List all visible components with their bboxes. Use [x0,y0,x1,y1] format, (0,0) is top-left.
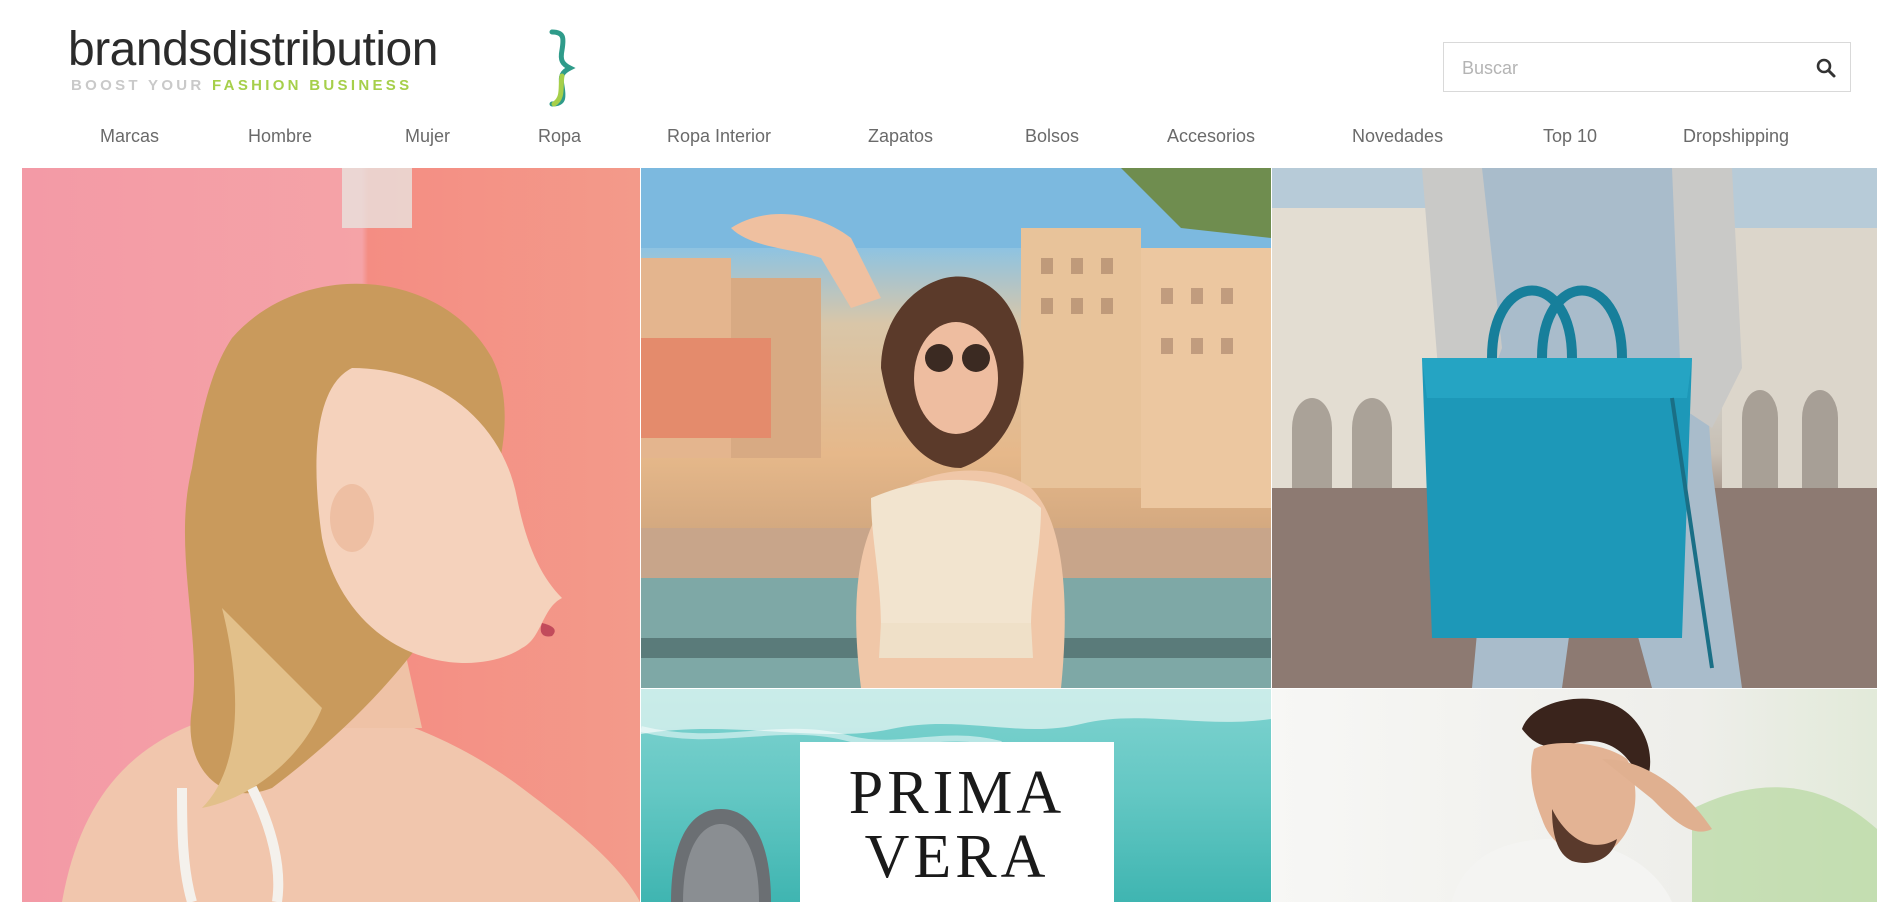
nav-item-ropa-interior[interactable]: Ropa Interior [667,126,771,147]
woman-photo-illustration [62,168,640,902]
logo-wordmark: brandsdistribution [68,23,438,76]
search-input[interactable] [1462,55,1782,81]
brand-logo[interactable]: brandsdistribution BOOST YOUR FASHION BU… [68,22,576,107]
nav-item-top-10[interactable]: Top 10 [1543,126,1597,147]
promo-title-line1: PRIMA [848,759,1066,827]
main-nav: Marcas Hombre Mujer Ropa Ropa Interior Z… [0,118,1877,158]
banner-woman-pink[interactable] [22,168,640,902]
nav-item-novedades[interactable]: Novedades [1352,126,1443,147]
nav-item-dropshipping[interactable]: Dropshipping [1683,126,1789,147]
nav-item-ropa[interactable]: Ropa [538,126,581,147]
man-photo-illustration [1452,698,1877,902]
banner-primavera[interactable]: PRIMA VERA [641,689,1271,902]
nav-item-bolsos[interactable]: Bolsos [1025,126,1079,147]
promo-title-line2: VERA [864,823,1050,891]
nav-item-mujer[interactable]: Mujer [405,126,450,147]
riviera-photo-illustration [641,168,1271,688]
bag-photo-illustration [1272,168,1877,688]
nav-item-hombre[interactable]: Hombre [248,126,312,147]
logo-tagline: BOOST YOUR FASHION BUSINESS [71,77,413,94]
banner-man-white-shirt[interactable] [1272,689,1877,902]
nav-item-marcas[interactable]: Marcas [100,126,159,147]
nav-item-accesorios[interactable]: Accesorios [1167,126,1255,147]
search-box[interactable] [1443,42,1851,92]
logo-brace-icon [549,29,576,107]
banner-woman-riviera[interactable] [641,168,1271,688]
search-icon[interactable] [1814,56,1838,80]
nav-item-zapatos[interactable]: Zapatos [868,126,933,147]
site-header: brandsdistribution BOOST YOUR FASHION BU… [0,0,1877,168]
promo-card: PRIMA VERA [800,742,1114,902]
banner-blue-bag[interactable] [1272,168,1877,688]
